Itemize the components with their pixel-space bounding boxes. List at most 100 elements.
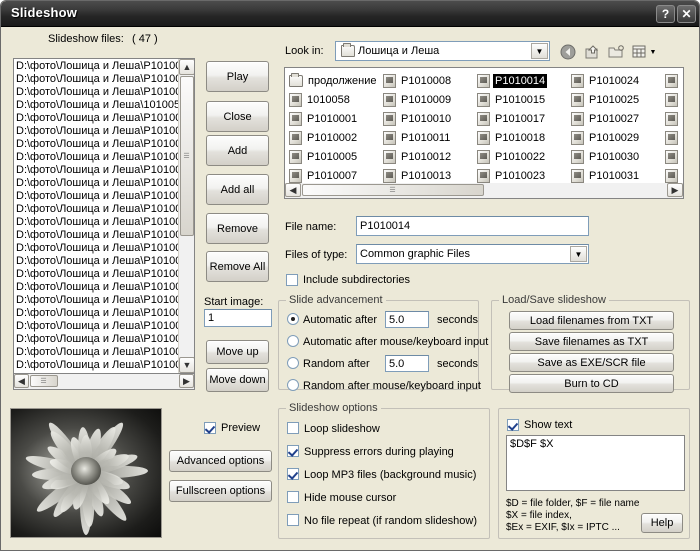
- scroll-left-arrow-icon[interactable]: ◀: [14, 374, 29, 388]
- list-item[interactable]: D:\фото\Лошица и Леша\P10100: [16, 190, 178, 203]
- file-item[interactable]: P1010017: [477, 109, 571, 128]
- start-image-input[interactable]: 1: [204, 309, 272, 327]
- seconds-input-random-after-seconds[interactable]: 5.0: [385, 355, 429, 372]
- file-item[interactable]: P1010029: [571, 128, 665, 147]
- label-loop-slideshow[interactable]: Loop slideshow: [304, 423, 380, 435]
- list-item[interactable]: D:\фото\Лошица и Леша\P10100: [16, 294, 178, 307]
- move-down-button[interactable]: Move down: [206, 368, 269, 392]
- scroll-right-arrow-icon[interactable]: ▶: [179, 374, 194, 388]
- file-item[interactable]: P1010025: [571, 90, 665, 109]
- file-item[interactable]: P1010001: [289, 109, 383, 128]
- file-item[interactable]: P1010009: [383, 90, 477, 109]
- preview-label[interactable]: Preview: [221, 422, 260, 434]
- list-item[interactable]: D:\фото\Лошица и Леша\P10100: [16, 60, 178, 73]
- list-item[interactable]: D:\фото\Лошица и Леша\P10100: [16, 151, 178, 164]
- file-list-horizontal-scrollbar[interactable]: ◀ ▶ ☰: [13, 374, 195, 390]
- list-item[interactable]: D:\фото\Лошица и Леша\P10100: [16, 216, 178, 229]
- file-item[interactable]: [665, 128, 683, 147]
- slideshow-file-list[interactable]: D:\фото\Лошица и Леша\P10100 D:\фото\Лоши…: [13, 58, 195, 374]
- help-button[interactable]: Help: [641, 513, 683, 533]
- file-item[interactable]: P1010010: [383, 109, 477, 128]
- grid-horizontal-scroll-thumb[interactable]: ☰: [302, 184, 484, 196]
- file-item[interactable]: P1010030: [571, 147, 665, 166]
- burn-to-cd-button[interactable]: Burn to CD: [509, 374, 674, 393]
- checkbox-no-file-repeat[interactable]: [287, 514, 299, 526]
- radio-automatic-after-input[interactable]: [287, 335, 299, 347]
- grid-scroll-right-arrow-icon[interactable]: ▶: [667, 183, 683, 197]
- show-text-label[interactable]: Show text: [524, 419, 572, 431]
- list-item[interactable]: D:\фото\Лошица и Леша\P10100: [16, 268, 178, 281]
- folder-item[interactable]: продолжение: [289, 71, 383, 90]
- list-item[interactable]: D:\фото\Лошица и Леша\P10100: [16, 281, 178, 294]
- preview-checkbox[interactable]: [204, 422, 216, 434]
- include-subdirectories-label[interactable]: Include subdirectories: [303, 274, 410, 286]
- file-item[interactable]: P1010024: [571, 71, 665, 90]
- file-item[interactable]: [665, 90, 683, 109]
- checkbox-loop-slideshow[interactable]: [287, 422, 299, 434]
- list-item[interactable]: D:\фото\Лошица и Леша\101005: [16, 99, 178, 112]
- list-item[interactable]: D:\фото\Лошица и Леша\P10100: [16, 307, 178, 320]
- file-item[interactable]: P1010008: [383, 71, 477, 90]
- show-text-input[interactable]: $D$F $X: [506, 435, 685, 491]
- fullscreen-options-button[interactable]: Fullscreen options: [169, 480, 272, 502]
- play-button[interactable]: Play: [206, 61, 269, 92]
- show-text-checkbox[interactable]: [507, 419, 519, 431]
- remove-all-button[interactable]: Remove All: [206, 251, 269, 282]
- vertical-scroll-thumb[interactable]: ☰: [180, 76, 194, 236]
- file-browser-grid[interactable]: продолжение 1010058 P1010001 P1010002 P10100…: [284, 67, 684, 199]
- grid-scroll-left-arrow-icon[interactable]: ◀: [285, 183, 301, 197]
- file-grid-horizontal-scrollbar[interactable]: ◀ ▶ ☰: [284, 183, 684, 199]
- list-item[interactable]: D:\фото\Лошица и Леша\P10100: [16, 112, 178, 125]
- list-item[interactable]: D:\фото\Лошица и Леша\P10100: [16, 73, 178, 86]
- radio-random-after-input[interactable]: [287, 379, 299, 391]
- checkbox-suppress-errors[interactable]: [287, 445, 299, 457]
- label-suppress-errors[interactable]: Suppress errors during playing: [304, 446, 454, 458]
- look-in-combo[interactable]: Лошица и Леша ▼: [335, 41, 550, 61]
- list-item[interactable]: D:\фото\Лошица и Леша\P10100: [16, 125, 178, 138]
- list-item[interactable]: D:\фото\Лошица и Леша\P10100: [16, 242, 178, 255]
- label-automatic-after-seconds[interactable]: Automatic after: [303, 314, 377, 326]
- file-item[interactable]: P1010011: [383, 128, 477, 147]
- close-button[interactable]: Close: [206, 101, 269, 132]
- file-item[interactable]: P1010015: [477, 90, 571, 109]
- move-up-button[interactable]: Move up: [206, 340, 269, 364]
- new-folder-icon[interactable]: [605, 42, 627, 62]
- load-filenames-txt-button[interactable]: Load filenames from TXT: [509, 311, 674, 330]
- file-item[interactable]: P1010012: [383, 147, 477, 166]
- file-item[interactable]: P1010014: [477, 71, 571, 90]
- file-item[interactable]: 1010058: [289, 90, 383, 109]
- file-item[interactable]: [665, 71, 683, 90]
- label-loop-mp3[interactable]: Loop MP3 files (background music): [304, 469, 476, 481]
- label-hide-cursor[interactable]: Hide mouse cursor: [304, 492, 396, 504]
- checkbox-loop-mp3[interactable]: [287, 468, 299, 480]
- radio-random-after-seconds[interactable]: [287, 357, 299, 369]
- file-item[interactable]: P1010018: [477, 128, 571, 147]
- list-item[interactable]: D:\фото\Лошица и Леша\P10100: [16, 255, 178, 268]
- add-all-button[interactable]: Add all: [206, 174, 269, 205]
- advanced-options-button[interactable]: Advanced options: [169, 450, 272, 472]
- list-item[interactable]: D:\фото\Лошица и Леша\P10100: [16, 359, 178, 372]
- list-item[interactable]: D:\фото\Лошица и Леша\P10100: [16, 86, 178, 99]
- file-item[interactable]: P1010002: [289, 128, 383, 147]
- checkbox-hide-cursor[interactable]: [287, 491, 299, 503]
- views-icon[interactable]: ▼: [629, 42, 659, 62]
- up-folder-icon[interactable]: [581, 42, 603, 62]
- scroll-up-arrow-icon[interactable]: ▲: [179, 59, 194, 75]
- files-of-type-chevron-icon[interactable]: ▼: [570, 246, 587, 262]
- scroll-down-arrow-icon[interactable]: ▼: [179, 357, 194, 373]
- save-filenames-txt-button[interactable]: Save filenames as TXT: [509, 332, 674, 351]
- views-chevron-icon[interactable]: ▼: [650, 49, 657, 56]
- label-no-file-repeat[interactable]: No file repeat (if random slideshow): [304, 515, 477, 527]
- seconds-input-automatic-after-seconds[interactable]: 5.0: [385, 311, 429, 328]
- include-subdirectories-checkbox[interactable]: [286, 274, 298, 286]
- add-button[interactable]: Add: [206, 135, 269, 166]
- file-item[interactable]: P1010005: [289, 147, 383, 166]
- back-icon[interactable]: [557, 42, 579, 62]
- file-list-vertical-scrollbar[interactable]: ▲ ▼ ☰: [178, 59, 194, 373]
- label-random-after-input[interactable]: Random after mouse/keyboard input: [303, 380, 481, 392]
- file-item[interactable]: [665, 147, 683, 166]
- radio-automatic-after-seconds[interactable]: [287, 313, 299, 325]
- save-exe-scr-button[interactable]: Save as EXE/SCR file: [509, 353, 674, 372]
- list-item[interactable]: D:\фото\Лошица и Леша\P10100: [16, 203, 178, 216]
- list-item[interactable]: D:\фото\Лошица и Леша\P10100: [16, 164, 178, 177]
